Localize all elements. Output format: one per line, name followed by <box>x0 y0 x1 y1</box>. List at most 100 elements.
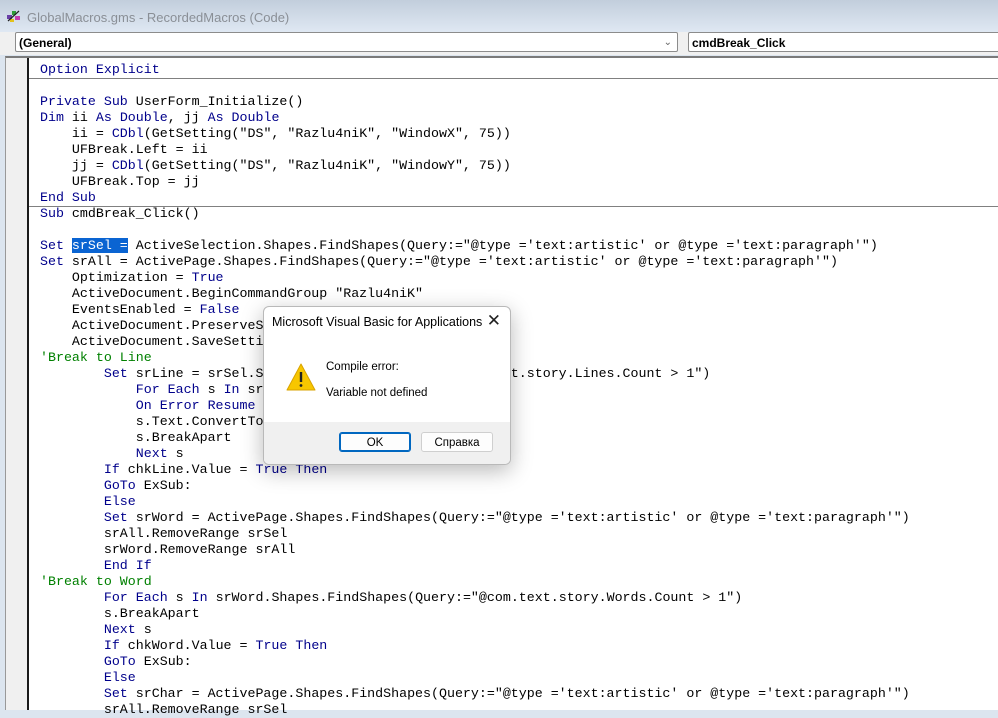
code-line[interactable]: End If <box>40 558 910 574</box>
code-token: sr <box>247 382 264 397</box>
keyword-token: Set <box>103 510 136 525</box>
code-token: ActiveDocument.SaveSetti <box>40 334 264 349</box>
code-token: (GetSetting("DS", "Razlu4niK", "WindowX"… <box>143 126 511 141</box>
compile-error-dialog: Microsoft Visual Basic for Applications … <box>263 306 511 465</box>
keyword-token: GoTo <box>103 478 144 493</box>
code-token: Optimization = <box>40 270 192 285</box>
ok-button[interactable]: OK <box>339 432 411 452</box>
margin-indicator-bar[interactable] <box>6 58 29 710</box>
code-line[interactable]: jj = CDbl(GetSetting("DS", "Razlu4niK", … <box>40 158 910 174</box>
code-line[interactable]: Private Sub UserForm_Initialize() <box>40 94 910 110</box>
keyword-token: If <box>103 638 128 653</box>
code-token: (GetSetting("DS", "Razlu4niK", "WindowY"… <box>143 158 511 173</box>
vba-project-icon <box>7 10 20 22</box>
code-line[interactable]: srAll.RemoveRange srSel <box>40 526 910 542</box>
code-line[interactable] <box>40 222 910 238</box>
keyword-token: Option Explicit <box>40 62 160 77</box>
code-line[interactable]: Set srWord = ActivePage.Shapes.FindShape… <box>40 510 910 526</box>
code-token: chkWord.Value = <box>127 638 256 653</box>
keyword-token: Next <box>135 446 176 461</box>
code-token: ExSub: <box>143 478 192 493</box>
dialog-footer: OK Справка <box>264 422 510 464</box>
code-token: s.BreakApart <box>40 430 232 445</box>
code-token: UserForm_Initialize() <box>135 94 304 109</box>
code-token: EventsEnabled = <box>40 302 200 317</box>
keyword-token: CDbl <box>111 158 144 173</box>
code-line[interactable]: 'Break to Word <box>40 574 910 590</box>
code-token: UFBreak.Top = jj <box>40 174 200 189</box>
keyword-token: Next <box>103 622 144 637</box>
code-token: srAll.RemoveRange srSel <box>40 702 288 717</box>
code-token: srWord.RemoveRange srAll <box>40 542 296 557</box>
code-line[interactable]: Sub cmdBreak_Click() <box>40 206 910 222</box>
code-token: s <box>175 446 184 461</box>
code-token: srWord.Shapes.FindShapes(Query:="@com.te… <box>215 590 743 605</box>
window-title: GlobalMacros.gms - RecordedMacros (Code) <box>27 10 290 25</box>
warning-icon <box>286 363 316 391</box>
title-bar: GlobalMacros.gms - RecordedMacros (Code) <box>0 0 998 32</box>
code-line[interactable]: Set srChar = ActivePage.Shapes.FindShape… <box>40 686 910 702</box>
code-line[interactable]: Else <box>40 670 910 686</box>
code-token: srLine = srSel.S <box>135 366 264 381</box>
keyword-token: Private Sub <box>40 94 136 109</box>
code-token: ii <box>71 110 96 125</box>
code-line[interactable]: Optimization = True <box>40 270 910 286</box>
dialog-title: Microsoft Visual Basic for Applications <box>272 315 483 329</box>
code-line[interactable]: GoTo ExSub: <box>40 654 910 670</box>
code-token: ActiveSelection.Shapes.FindShapes(Query:… <box>127 238 878 253</box>
code-token: s <box>175 590 192 605</box>
code-token: s.Text.ConvertTo <box>40 414 264 429</box>
code-token: s <box>143 622 152 637</box>
close-icon[interactable]: ✕ <box>487 311 501 331</box>
code-token: chkLine.Value = <box>127 462 256 477</box>
chevron-down-icon[interactable]: ⌄ <box>664 33 672 53</box>
code-line[interactable]: Else <box>40 494 910 510</box>
code-line[interactable]: srWord.RemoveRange srAll <box>40 542 910 558</box>
code-line[interactable]: Next s <box>40 622 910 638</box>
keyword-token: On Error Resume <box>135 398 256 413</box>
code-token: ii = <box>40 126 112 141</box>
keyword-token: In <box>223 382 248 397</box>
keyword-token: As Double <box>95 110 168 125</box>
code-token: UFBreak.Left = ii <box>40 142 208 157</box>
code-line[interactable]: UFBreak.Top = jj <box>40 174 910 190</box>
procedure-dropdown-value: cmdBreak_Click <box>692 36 786 50</box>
code-token: srWord = ActivePage.Shapes.FindShapes(Qu… <box>135 510 910 525</box>
keyword-token: Set <box>103 686 136 701</box>
code-line[interactable] <box>40 78 910 94</box>
code-line[interactable]: Option Explicit <box>40 62 910 78</box>
code-line[interactable]: Set srSel = ActiveSelection.Shapes.FindS… <box>40 238 910 254</box>
help-button[interactable]: Справка <box>421 432 493 452</box>
code-line[interactable]: ActiveDocument.BeginCommandGroup "Razlu4… <box>40 286 910 302</box>
code-line[interactable]: Dim ii As Double, jj As Double <box>40 110 910 126</box>
code-line[interactable]: UFBreak.Left = ii <box>40 142 910 158</box>
code-line[interactable]: For Each s In srWord.Shapes.FindShapes(Q… <box>40 590 910 606</box>
code-token: jj = <box>40 158 112 173</box>
keyword-token: Sub <box>40 206 72 221</box>
code-line[interactable]: ii = CDbl(GetSetting("DS", "Razlu4niK", … <box>40 126 910 142</box>
keyword-token: For Each <box>103 590 176 605</box>
keyword-token: End If <box>103 558 152 573</box>
code-line[interactable]: Set srAll = ActivePage.Shapes.FindShapes… <box>40 254 910 270</box>
code-line[interactable]: s.BreakApart <box>40 606 910 622</box>
object-dropdown[interactable]: (General) ⌄ <box>15 32 678 52</box>
keyword-token: In <box>191 590 216 605</box>
code-line[interactable]: GoTo ExSub: <box>40 478 910 494</box>
code-token: srChar = ActivePage.Shapes.FindShapes(Qu… <box>135 686 910 701</box>
code-line[interactable]: If chkWord.Value = True Then <box>40 638 910 654</box>
code-line[interactable]: srAll.RemoveRange srSel <box>40 702 910 718</box>
keyword-token: Dim <box>40 110 72 125</box>
object-dropdown-value: (General) <box>19 36 72 50</box>
selected-text: srSel = <box>71 238 128 253</box>
code-line[interactable]: End Sub <box>40 190 910 206</box>
procedure-dropdown[interactable]: cmdBreak_Click <box>688 32 998 52</box>
